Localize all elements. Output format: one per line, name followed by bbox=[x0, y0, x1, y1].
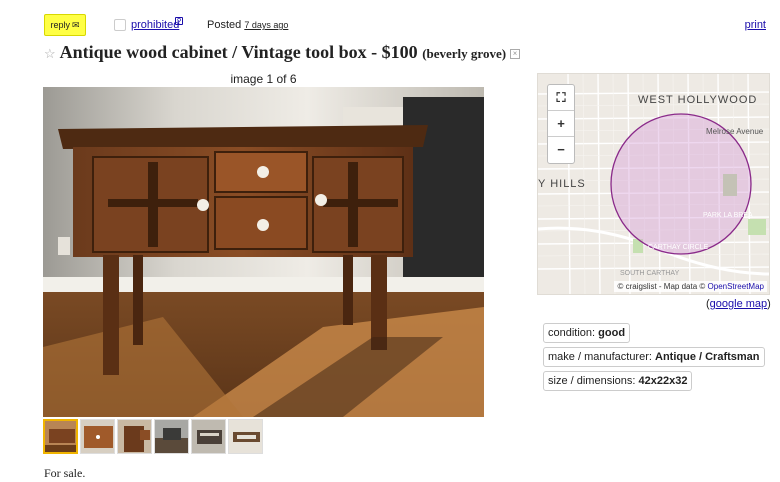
main-photo[interactable] bbox=[43, 87, 484, 417]
openstreetmap-link[interactable]: OpenStreetMap bbox=[708, 282, 764, 291]
image-counter: image 1 of 6 bbox=[230, 72, 297, 86]
posted-date: Posted 7 days ago bbox=[207, 19, 288, 31]
prohibited-link[interactable]: prohibited bbox=[131, 19, 179, 31]
google-map-link[interactable]: google map bbox=[710, 298, 768, 310]
map-label-park-la-brea: PARK LA BREA bbox=[703, 212, 753, 219]
posting-title-text: Antique wood cabinet / Vintage tool box … bbox=[59, 42, 418, 62]
map-label-melrose: Melrose Avenue bbox=[706, 127, 764, 136]
help-icon[interactable]: ? bbox=[175, 17, 183, 26]
thumbnail-1[interactable] bbox=[43, 419, 78, 454]
posting-body: For sale. bbox=[44, 466, 86, 480]
map-label-south-carthay: SOUTH CARTHAY bbox=[620, 270, 680, 277]
attribute-key: size / dimensions: bbox=[548, 375, 636, 387]
thumbnail-3-image bbox=[118, 420, 151, 453]
reply-label: reply bbox=[50, 20, 70, 30]
posting-header-bar: reply ✉ prohibited ? Posted 7 days ago pr… bbox=[44, 14, 766, 36]
fullscreen-icon[interactable]: ⛶ bbox=[548, 85, 574, 111]
cabinet-photo-image bbox=[43, 87, 484, 417]
attribute-make-manufacturer: make / manufacturer: Antique / Craftsman bbox=[543, 347, 765, 367]
thumbnail-6-image bbox=[229, 420, 262, 453]
google-map-link-wrapper: (google map) bbox=[706, 298, 771, 310]
thumbnail-2-image bbox=[81, 420, 114, 453]
posting-title: ☆ Antique wood cabinet / Vintage tool box… bbox=[44, 42, 524, 63]
attribute-size-dimensions: size / dimensions: 42x22x32 bbox=[543, 371, 693, 391]
map-label-carthay-circle: CARTHAY CIRCLE bbox=[648, 244, 709, 251]
zoom-out-button[interactable]: − bbox=[548, 137, 574, 163]
attribute-key: make / manufacturer: bbox=[548, 351, 652, 363]
thumbnail-4-image bbox=[155, 420, 188, 453]
posted-ago: 7 days ago bbox=[244, 20, 289, 30]
attribute-condition: condition: good bbox=[543, 323, 631, 343]
thumbnail-3[interactable] bbox=[117, 419, 152, 454]
thumbnail-strip bbox=[43, 419, 263, 454]
paren-close: ) bbox=[767, 298, 771, 310]
attribute-value: Antique / Craftsman bbox=[655, 351, 760, 363]
thumbnail-5-image bbox=[192, 420, 225, 453]
location-map[interactable]: ⛶ + − WEST HOLLYWOOD Melrose Avenue Y HI… bbox=[537, 73, 770, 295]
map-label-west-hollywood: WEST HOLLYWOOD bbox=[638, 94, 758, 106]
thumbnail-2[interactable] bbox=[80, 419, 115, 454]
print-link[interactable]: print bbox=[745, 19, 766, 31]
attribute-value: good bbox=[598, 327, 626, 339]
zoom-in-button[interactable]: + bbox=[548, 111, 574, 137]
posting-location: (beverly grove) bbox=[422, 46, 507, 61]
thumbnail-6[interactable] bbox=[228, 419, 263, 454]
mail-icon: ✉ bbox=[71, 20, 80, 30]
attribute-value: 42x22x32 bbox=[638, 375, 688, 387]
thumbnail-1-image bbox=[45, 421, 76, 452]
flag-checkbox[interactable] bbox=[114, 19, 126, 31]
hide-posting-icon[interactable]: × bbox=[510, 49, 521, 59]
posted-label: Posted bbox=[207, 19, 242, 31]
reply-button[interactable]: reply ✉ bbox=[44, 14, 86, 36]
thumbnail-4[interactable] bbox=[154, 419, 189, 454]
attribution-text: © craigslist - Map data © bbox=[617, 282, 706, 291]
thumbnail-5[interactable] bbox=[191, 419, 226, 454]
favorite-star-icon[interactable]: ☆ bbox=[44, 46, 56, 61]
map-label-hills: Y HILLS bbox=[538, 178, 586, 190]
attribute-key: condition: bbox=[548, 327, 596, 339]
map-attribution: © craigslist - Map data © OpenStreetMap bbox=[614, 281, 767, 292]
map-zoom-control: ⛶ + − bbox=[547, 84, 575, 164]
